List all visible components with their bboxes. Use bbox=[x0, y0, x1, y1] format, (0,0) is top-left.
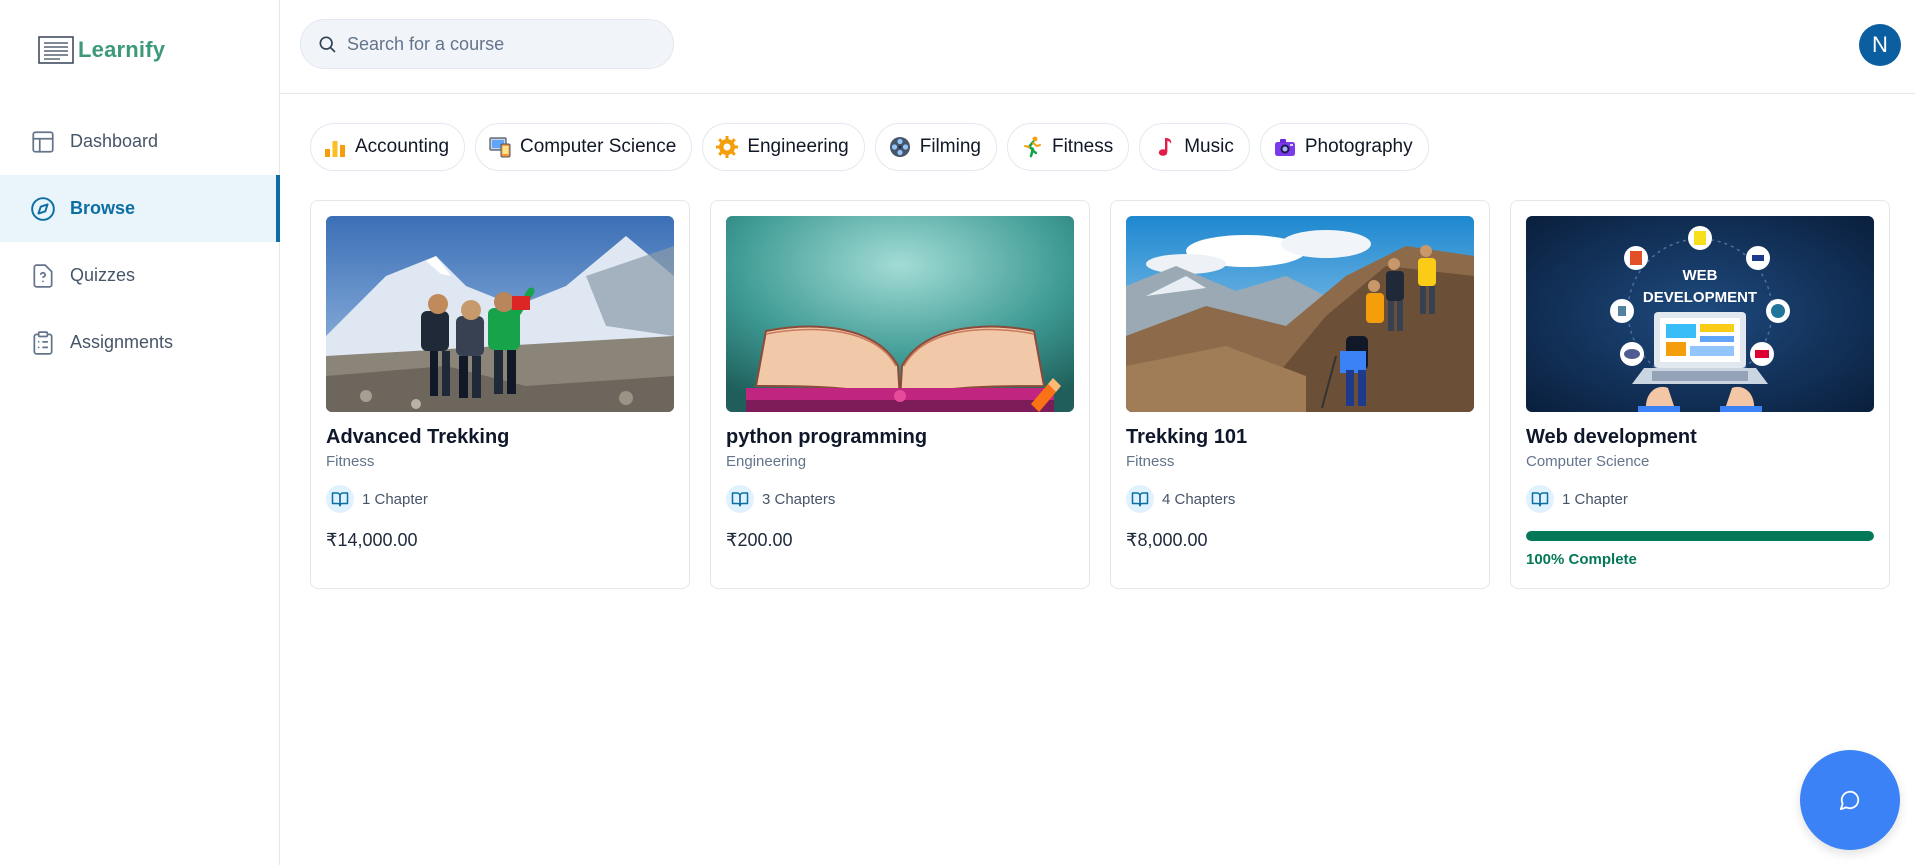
category-chip-fitness[interactable]: Fitness bbox=[1006, 123, 1130, 171]
course-title[interactable]: python programming bbox=[726, 426, 1074, 449]
illustration-text-development: DEVELOPMENT bbox=[1643, 289, 1757, 306]
category-chip-computer-science[interactable]: Computer Science bbox=[475, 123, 693, 171]
sidebar-item-label: Assignments bbox=[70, 332, 174, 352]
course-title[interactable]: Advanced Trekking bbox=[326, 426, 674, 449]
devices-emoji-icon bbox=[488, 135, 512, 159]
chapter-count: 1 Chapter bbox=[326, 485, 674, 513]
search-bar[interactable] bbox=[300, 19, 674, 69]
file-question-icon bbox=[33, 263, 53, 288]
runner-emoji-icon bbox=[1020, 135, 1044, 159]
chapter-count: 3 Chapters bbox=[726, 485, 1074, 513]
chip-label: Accounting bbox=[355, 136, 450, 157]
hikers-ridge-photo bbox=[1126, 216, 1474, 412]
chip-label: Computer Science bbox=[520, 136, 677, 157]
chapter-count-label: 4 Chapters bbox=[1162, 490, 1236, 508]
camera-emoji-icon bbox=[1273, 135, 1297, 159]
sidebar-item-quizzes[interactable]: Quizzes bbox=[0, 242, 280, 309]
course-thumbnail bbox=[1126, 216, 1474, 412]
course-price: ₹200.00 bbox=[726, 530, 793, 550]
book-open-icon bbox=[1526, 485, 1554, 513]
chip-label: Filming bbox=[919, 136, 981, 157]
course-thumbnail bbox=[326, 216, 674, 412]
top-header: N bbox=[280, 0, 1915, 94]
film-reel-emoji-icon bbox=[888, 135, 912, 159]
chip-label: Photography bbox=[1304, 136, 1413, 157]
gear-emoji-icon bbox=[715, 135, 739, 159]
chip-label: Engineering bbox=[747, 136, 849, 157]
music-note-emoji-icon bbox=[1152, 135, 1176, 159]
sidebar-item-browse[interactable]: Browse bbox=[0, 175, 280, 242]
compass-icon bbox=[31, 196, 55, 221]
course-price: ₹14,000.00 bbox=[326, 530, 418, 550]
chip-label: Music bbox=[1184, 136, 1234, 157]
course-card[interactable]: Trekking 101 Fitness 4 Chapters ₹8,000.0… bbox=[1110, 200, 1490, 589]
chapter-count-label: 3 Chapters bbox=[762, 490, 836, 508]
category-filter-bar: Accounting Computer Science Engineering … bbox=[310, 123, 1429, 171]
course-progress-fill bbox=[1526, 531, 1874, 541]
chapter-count: 1 Chapter bbox=[1526, 485, 1874, 513]
logo-icon bbox=[38, 36, 74, 64]
sidebar-item-dashboard[interactable]: Dashboard bbox=[0, 108, 280, 175]
layout-icon bbox=[32, 130, 54, 153]
bar-chart-emoji-icon bbox=[323, 135, 347, 159]
sidebar-item-assignments[interactable]: Assignments bbox=[0, 309, 280, 376]
course-category: Engineering bbox=[726, 453, 807, 470]
course-card[interactable]: WEB DEVELOPMENT Web development Computer… bbox=[1510, 200, 1890, 589]
course-category: Computer Science bbox=[1526, 453, 1650, 470]
category-chip-photography[interactable]: Photography bbox=[1259, 123, 1429, 171]
sidebar-item-label: Quizzes bbox=[70, 265, 136, 285]
logo[interactable]: Learnify bbox=[38, 34, 165, 66]
category-chip-filming[interactable]: Filming bbox=[874, 123, 997, 171]
course-progress-bar bbox=[1526, 531, 1874, 541]
sidebar-nav: Dashboard Browse Quizzes Assignments bbox=[0, 108, 280, 376]
chapter-count-label: 1 Chapter bbox=[1562, 490, 1628, 508]
course-grid: Advanced Trekking Fitness 1 Chapter ₹14,… bbox=[310, 200, 1890, 589]
course-thumbnail: WEB DEVELOPMENT bbox=[1526, 216, 1874, 412]
category-chip-music[interactable]: Music bbox=[1139, 123, 1250, 171]
category-chip-engineering[interactable]: Engineering bbox=[702, 123, 865, 171]
open-book-photo bbox=[726, 216, 1074, 412]
course-card[interactable]: Advanced Trekking Fitness 1 Chapter ₹14,… bbox=[310, 200, 690, 589]
course-progress-label: 100% Complete bbox=[1526, 551, 1637, 568]
web-development-illustration: WEB DEVELOPMENT bbox=[1526, 216, 1874, 412]
sidebar-item-label: Dashboard bbox=[70, 131, 159, 151]
avatar[interactable]: N bbox=[1859, 24, 1901, 66]
book-open-icon bbox=[326, 485, 354, 513]
search-icon bbox=[319, 36, 336, 53]
book-open-icon bbox=[1126, 485, 1154, 513]
chapter-count-label: 1 Chapter bbox=[362, 490, 428, 508]
course-thumbnail bbox=[726, 216, 1074, 412]
course-price: ₹8,000.00 bbox=[1126, 530, 1208, 550]
illustration-text-web: WEB bbox=[1683, 267, 1718, 284]
course-title[interactable]: Web development bbox=[1526, 426, 1874, 449]
course-category: Fitness bbox=[1126, 453, 1175, 470]
chip-label: Fitness bbox=[1051, 136, 1114, 157]
sidebar-item-label: Browse bbox=[70, 198, 136, 218]
chapter-count: 4 Chapters bbox=[1126, 485, 1474, 513]
chat-button[interactable] bbox=[1800, 750, 1900, 850]
clipboard-list-icon bbox=[33, 330, 53, 355]
course-category: Fitness bbox=[326, 453, 375, 470]
sidebar: Learnify Dashboard Browse Quizzes Assign… bbox=[0, 0, 280, 865]
message-circle-icon bbox=[1839, 790, 1860, 811]
trekkers-mountain-photo bbox=[326, 216, 674, 412]
book-open-icon bbox=[726, 485, 754, 513]
course-title[interactable]: Trekking 101 bbox=[1126, 426, 1474, 449]
course-card[interactable]: python programming Engineering 3 Chapter… bbox=[710, 200, 1090, 589]
logo-text: Learnify bbox=[78, 37, 166, 62]
search-input[interactable] bbox=[347, 33, 647, 55]
category-chip-accounting[interactable]: Accounting bbox=[310, 123, 466, 171]
